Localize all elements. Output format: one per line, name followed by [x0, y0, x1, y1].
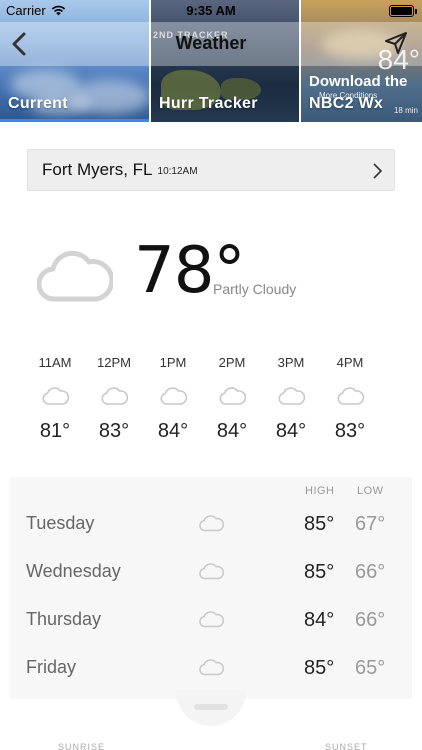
- day-name: Tuesday: [26, 513, 95, 533]
- hour-time: 4PM: [336, 355, 364, 370]
- cloud-icon: [37, 250, 113, 302]
- location-time: 10:12AM: [157, 166, 198, 177]
- cloud-icon: [278, 387, 305, 405]
- status-bar: Carrier 9:35 AM: [0, 0, 422, 22]
- cloud-icon: [199, 563, 224, 580]
- tab-current-label: Current: [8, 95, 68, 112]
- day-high: 85°: [304, 657, 335, 679]
- cloud-icon: [199, 611, 224, 628]
- sunrise-label: SUNRISE: [58, 742, 106, 750]
- day-name: Thursday: [26, 609, 102, 629]
- high-column-label: HIGH: [305, 485, 335, 497]
- cloud-icon: [101, 387, 128, 405]
- hour-time: 1PM: [159, 355, 187, 370]
- status-time: 9:35 AM: [186, 3, 236, 18]
- cloud-icon: [160, 387, 187, 405]
- hour-time: 11AM: [38, 355, 72, 370]
- hourly-item: 12PM 83°: [85, 355, 143, 443]
- hour-temp: 84°: [216, 420, 248, 442]
- hour-temp: 84°: [275, 420, 307, 442]
- hour-time: 12PM: [97, 355, 131, 370]
- sunset-label: SUNSET: [325, 742, 368, 750]
- daily-row: Thursday 84° 66°: [10, 595, 412, 643]
- chevron-right-icon: [373, 163, 383, 179]
- expand-forecast-handle[interactable]: [176, 690, 246, 726]
- nbc-preview-time: 18 min: [393, 106, 418, 115]
- hourly-item: 4PM 83°: [321, 355, 379, 443]
- nbc-download-text: Download the: [309, 73, 408, 90]
- location-selector[interactable]: Fort Myers, FL 10:12AM: [27, 149, 395, 191]
- hour-temp: 81°: [39, 420, 71, 442]
- daily-row: Tuesday 85° 67°: [10, 499, 412, 547]
- day-name: Wednesday: [26, 561, 121, 581]
- hourly-forecast: 11AM 81° 12PM 83° 1PM 84° 2PM 84° 3PM 84…: [26, 355, 422, 455]
- cloud-icon: [199, 515, 224, 532]
- active-tab-indicator: [0, 119, 149, 122]
- daily-forecast: HIGH LOW Tuesday 85° 67° Wednesday 85° 6…: [10, 477, 412, 699]
- day-name: Friday: [26, 657, 77, 677]
- day-high: 85°: [304, 513, 335, 535]
- tab-nbc2-wx-label: NBC2 Wx: [309, 95, 384, 112]
- day-low: 66°: [355, 609, 386, 631]
- daily-row: Friday 85° 65°: [10, 643, 412, 691]
- daily-row: Wednesday 85° 66°: [10, 547, 412, 595]
- current-condition: Partly Cloudy: [213, 281, 297, 297]
- day-low: 66°: [355, 561, 386, 583]
- battery-icon: [389, 5, 417, 17]
- cloud-icon: [199, 659, 224, 676]
- location-city: Fort Myers, FL: [42, 160, 153, 179]
- hourly-item: 11AM 81°: [26, 355, 84, 443]
- hour-time: 2PM: [218, 355, 246, 370]
- hourly-item: 1PM 84°: [144, 355, 202, 443]
- hour-time: 3PM: [277, 355, 305, 370]
- location-arrow-icon[interactable]: [384, 31, 408, 55]
- hourly-item: 2PM 84°: [203, 355, 261, 443]
- cloud-icon: [219, 387, 246, 405]
- chevron-down-icon: [194, 704, 228, 710]
- day-high: 85°: [304, 561, 335, 583]
- low-column-label: LOW: [357, 485, 384, 497]
- day-high: 84°: [304, 609, 335, 631]
- tab-hurr-tracker-label: Hurr Tracker: [159, 95, 258, 112]
- hour-temp: 83°: [98, 420, 130, 442]
- day-low: 67°: [355, 513, 386, 535]
- hour-temp: 83°: [334, 420, 366, 442]
- cloud-icon: [42, 387, 69, 405]
- page-title: Weather: [175, 33, 247, 53]
- hourly-item: 3PM 84°: [262, 355, 320, 443]
- day-low: 65°: [355, 657, 386, 679]
- cloud-icon: [337, 387, 364, 405]
- hour-temp: 84°: [157, 420, 189, 442]
